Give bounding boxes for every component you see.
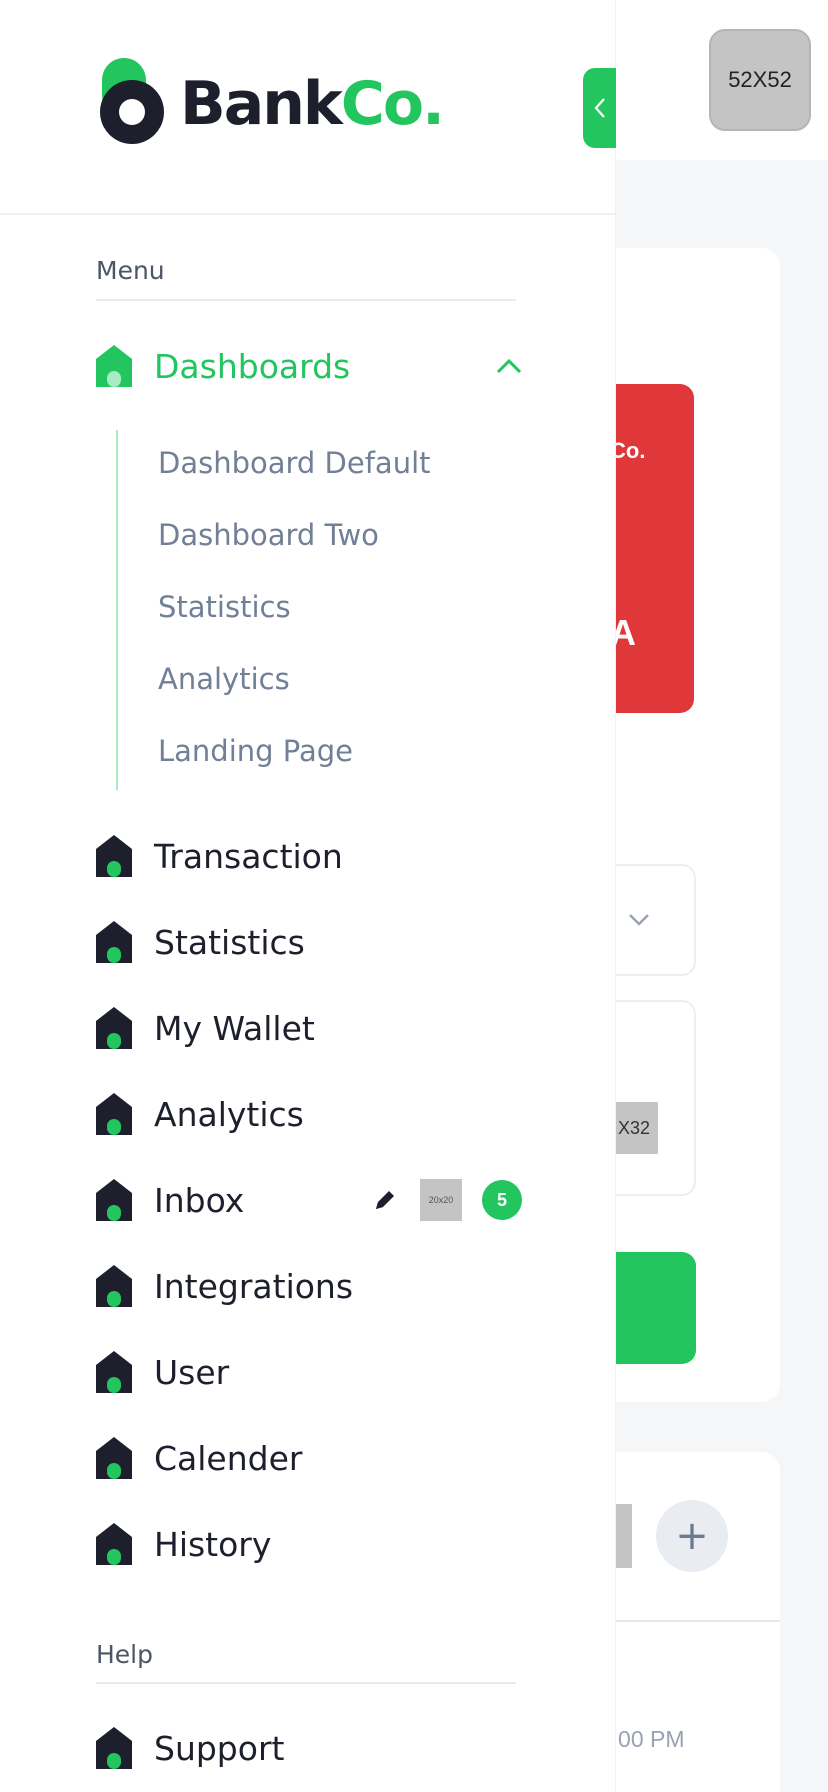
- home-icon: [96, 1007, 132, 1049]
- submenu-item-dashboard-default[interactable]: Dashboard Default: [158, 446, 431, 480]
- brand-name-part2: Co.: [340, 69, 445, 139]
- sidebar-item-statistics[interactable]: Statistics: [96, 917, 305, 967]
- sidebar-item-inbox[interactable]: Inbox: [96, 1175, 244, 1225]
- home-icon: [96, 345, 132, 387]
- submenu-item-statistics[interactable]: Statistics: [158, 590, 291, 624]
- home-icon: [96, 1351, 132, 1393]
- sidebar-item-label: Integrations: [154, 1266, 354, 1306]
- sidebar-item-label: Dashboards: [154, 346, 351, 386]
- unread-count-badge: 5: [482, 1180, 522, 1220]
- home-icon: [96, 1179, 132, 1221]
- inbox-thumbnail: 20x20: [420, 1179, 462, 1221]
- sidebar-item-label: User: [154, 1352, 230, 1392]
- sidebar-item-label: Analytics: [154, 1094, 304, 1134]
- inbox-extras: 20x20 5: [372, 1178, 522, 1222]
- home-icon: [96, 1523, 132, 1565]
- home-icon: [96, 1437, 132, 1479]
- home-icon: [96, 1727, 132, 1769]
- home-icon: [96, 921, 132, 963]
- activity-time: ):00 PM: [604, 1726, 685, 1752]
- sidebar-item-label: My Wallet: [154, 1008, 315, 1048]
- sidebar-item-label: Support: [154, 1728, 285, 1768]
- sidebar-item-label: Transaction: [154, 836, 343, 876]
- brand-name: BankCo.: [180, 69, 445, 139]
- bankco-logo-icon: [100, 58, 168, 150]
- sidebar-item-user[interactable]: User: [96, 1347, 229, 1397]
- menu-section-label: Menu: [96, 256, 165, 285]
- sidebar-item-label: History: [154, 1524, 272, 1564]
- add-button[interactable]: +: [656, 1500, 728, 1572]
- sidebar-item-transaction[interactable]: Transaction: [96, 831, 343, 881]
- submenu-line: [116, 430, 118, 790]
- chevron-down-icon: [628, 908, 650, 933]
- submenu-item-dashboard-two[interactable]: Dashboard Two: [158, 518, 379, 552]
- help-section-label: Help: [96, 1640, 153, 1669]
- sidebar-item-history[interactable]: History: [96, 1519, 271, 1569]
- sidebar-item-calender[interactable]: Calender: [96, 1433, 302, 1483]
- menu-divider: [96, 299, 516, 301]
- sidebar-item-my-wallet[interactable]: My Wallet: [96, 1003, 315, 1053]
- pencil-icon[interactable]: [372, 1187, 398, 1213]
- chevron-up-icon[interactable]: [492, 350, 526, 384]
- sidebar-item-integrations[interactable]: Integrations: [96, 1261, 353, 1311]
- sidebar-item-support[interactable]: Support: [96, 1723, 284, 1773]
- sidebar-item-dashboards[interactable]: Dashboards: [96, 341, 350, 391]
- sidebar-header: BankCo.: [0, 0, 616, 215]
- sidebar-item-analytics[interactable]: Analytics: [96, 1089, 304, 1139]
- avatar[interactable]: 52X52: [709, 29, 811, 131]
- collapse-sidebar-button[interactable]: [583, 68, 616, 148]
- home-icon: [96, 835, 132, 877]
- home-icon: [96, 1093, 132, 1135]
- sidebar-drawer: BankCo. Menu Dashboards Dashboard Defaul…: [0, 0, 616, 1792]
- submenu-item-landing-page[interactable]: Landing Page: [158, 734, 353, 768]
- submenu-item-analytics[interactable]: Analytics: [158, 662, 290, 696]
- sidebar-item-label: Inbox: [154, 1180, 245, 1220]
- brand-name-part1: Bank: [180, 69, 343, 139]
- home-icon: [96, 1265, 132, 1307]
- sidebar-item-label: Statistics: [154, 922, 305, 962]
- chevron-left-icon: [594, 98, 605, 118]
- brand-logo[interactable]: BankCo.: [100, 58, 445, 150]
- sidebar-item-label: Calender: [154, 1438, 303, 1478]
- help-divider: [96, 1682, 516, 1684]
